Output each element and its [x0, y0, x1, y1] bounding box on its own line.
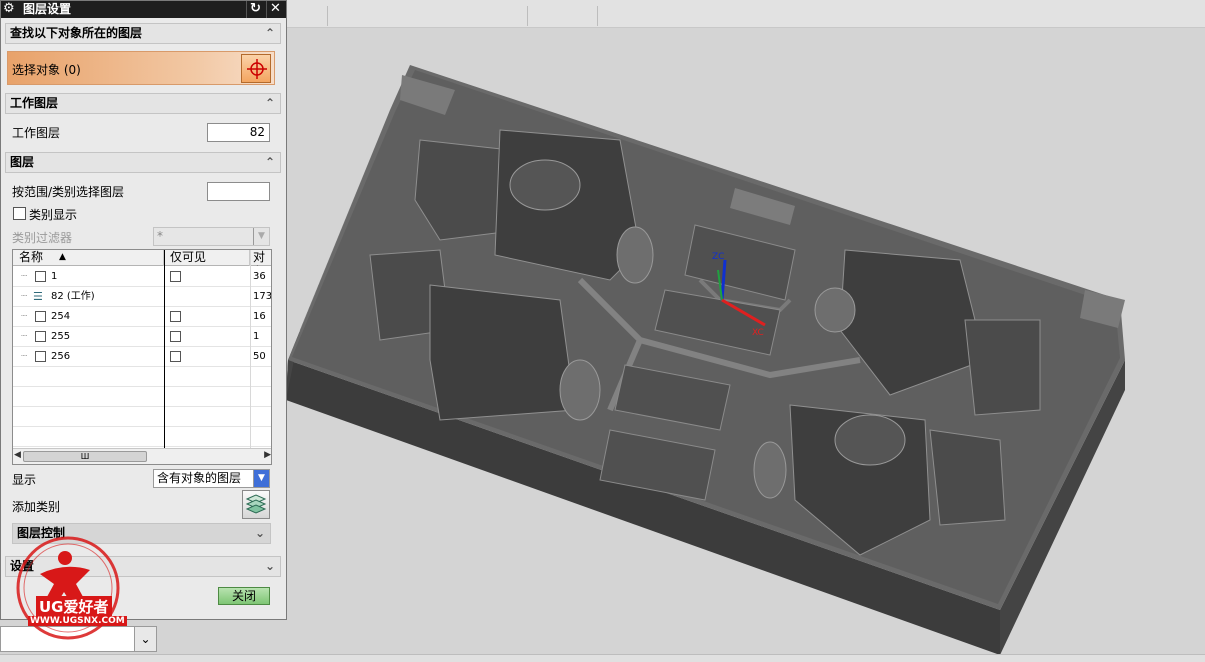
crosshair-icon — [247, 59, 267, 79]
add-category-label: 添加类别 — [12, 500, 61, 514]
layer-stack-icon — [245, 494, 267, 514]
category-filter-value: * — [157, 229, 163, 243]
xc-label: XC — [752, 328, 764, 338]
work-layer-input[interactable]: 82 — [207, 123, 270, 142]
layer-count: 173 — [253, 291, 272, 302]
section-find-title: 查找以下对象所在的图层 — [10, 26, 143, 40]
select-object-row[interactable]: 选择对象 (0) — [7, 51, 275, 85]
layer-name: 256 — [51, 351, 71, 362]
tree-line: ┈ — [21, 351, 28, 362]
category-display-checkbox[interactable] — [13, 207, 26, 220]
column-divider — [164, 250, 165, 450]
layer-count: 36 — [253, 271, 266, 282]
tree-line: ┈ — [21, 331, 28, 342]
category-filter-label: 类别过滤器 — [12, 231, 73, 245]
table-row-empty — [13, 367, 271, 387]
table-row[interactable]: ┈ ☰ 82 (工作) 173 — [13, 287, 272, 307]
layer-visible-checkbox[interactable] — [35, 311, 46, 322]
table-row-empty — [13, 427, 271, 447]
close-button[interactable]: 关闭 — [218, 587, 270, 605]
column-header-name[interactable]: 名称 ▲ — [13, 250, 164, 266]
display-label: 显示 — [12, 473, 37, 487]
scroll-right-icon[interactable]: ▶ — [264, 450, 271, 460]
visible-only-checkbox[interactable] — [170, 311, 181, 322]
chevron-down-icon[interactable]: ▼ — [253, 470, 269, 487]
column-divider — [250, 250, 251, 450]
chevron-down-icon[interactable]: ⌄ — [265, 557, 275, 576]
section-layers[interactable]: 图层 ⌃ — [5, 152, 281, 173]
horizontal-scrollbar[interactable]: ◀ Ш ▶ — [13, 448, 271, 464]
section-layers-title: 图层 — [10, 155, 35, 169]
zc-label: ZC — [712, 252, 725, 262]
dialog-titlebar: ⚙ 图层设置 ↻ ✕ — [1, 1, 286, 18]
scroll-left-icon[interactable]: ◀ — [14, 450, 21, 460]
chevron-down-icon: ▼ — [253, 228, 269, 245]
column-header-visible[interactable]: 仅可见 — [164, 250, 250, 266]
scrollbar-thumb[interactable]: Ш — [23, 451, 147, 462]
table-row[interactable]: ┈ 254 16 — [13, 307, 271, 327]
close-icon[interactable]: ✕ — [266, 1, 284, 18]
work-layer-label: 工作图层 — [12, 126, 61, 140]
ug-watermark-logo: UG爱好者 WWW.UGSNX.COM — [10, 536, 128, 650]
column-header-count[interactable]: 对象 — [250, 250, 271, 266]
chevron-down-icon[interactable]: ⌄ — [255, 524, 265, 543]
section-work-layer[interactable]: 工作图层 ⌃ — [5, 93, 281, 114]
tree-line: ┈ — [21, 271, 28, 282]
layer-count: 16 — [253, 311, 266, 322]
add-category-button[interactable] — [242, 490, 270, 519]
tree-line: ┈ — [21, 291, 28, 302]
watermark-url: WWW.UGSNX.COM — [28, 616, 127, 626]
section-work-layer-title: 工作图层 — [10, 96, 59, 110]
layer-count: 1 — [253, 331, 260, 342]
status-bar — [0, 654, 1205, 662]
watermark-brand: UG爱好者 — [36, 596, 112, 617]
range-select-label: 按范围/类别选择图层 — [12, 185, 125, 199]
work-layer-stack-icon: ☰ — [33, 290, 43, 303]
dialog-title: 图层设置 — [23, 2, 72, 16]
display-value: 含有对象的图层 — [157, 471, 242, 485]
sort-up-icon: ▲ — [59, 252, 66, 262]
chevron-up-icon[interactable]: ⌃ — [265, 153, 275, 172]
layer-visible-checkbox[interactable] — [35, 331, 46, 342]
select-object-button[interactable] — [241, 54, 271, 83]
display-combo[interactable]: 含有对象的图层 ▼ — [153, 469, 270, 488]
layer-visible-checkbox[interactable] — [35, 351, 46, 362]
column-name-label: 名称 — [19, 250, 44, 264]
table-row[interactable]: ┈ 256 50 — [13, 347, 271, 367]
chevron-down-icon[interactable]: ⌄ — [134, 627, 156, 651]
coordinate-triad: ZC XC — [700, 250, 780, 350]
layer-name: 254 — [51, 311, 71, 322]
table-row-empty — [13, 387, 271, 407]
layer-name: 82 (工作) — [51, 291, 95, 302]
layer-name: 1 — [51, 271, 58, 282]
gear-icon[interactable]: ⚙ — [3, 2, 17, 16]
layer-visible-checkbox[interactable] — [35, 271, 46, 282]
table-row[interactable]: ┈ 255 1 — [13, 327, 271, 347]
section-find-layer[interactable]: 查找以下对象所在的图层 ⌃ — [5, 23, 281, 44]
reset-button[interactable]: ↻ — [246, 1, 264, 18]
chevron-up-icon[interactable]: ⌃ — [265, 94, 275, 113]
category-display-label: 类别显示 — [29, 208, 78, 222]
table-row[interactable]: ┈ 1 36 — [13, 267, 271, 287]
visible-only-checkbox[interactable] — [170, 331, 181, 342]
tree-line: ┈ — [21, 311, 28, 322]
layer-name: 255 — [51, 331, 71, 342]
select-object-label: 选择对象 (0) — [12, 63, 81, 77]
table-header: 名称 ▲ 仅可见 对象 — [13, 250, 271, 266]
category-filter-combo: * ▼ — [153, 227, 270, 246]
range-select-input[interactable] — [207, 182, 270, 201]
chevron-up-icon[interactable]: ⌃ — [265, 24, 275, 43]
visible-only-checkbox[interactable] — [170, 351, 181, 362]
layer-count: 50 — [253, 351, 266, 362]
visible-only-checkbox[interactable] — [170, 271, 181, 282]
table-row-empty — [13, 407, 271, 427]
layer-settings-dialog: ⚙ 图层设置 ↻ ✕ 查找以下对象所在的图层 ⌃ 选择对象 (0) 工作图层 ⌃… — [0, 0, 287, 620]
layer-table: 名称 ▲ 仅可见 对象 ┈ 1 36 ┈ ☰ 82 (工作) 173 ┈ 254 … — [12, 249, 272, 465]
